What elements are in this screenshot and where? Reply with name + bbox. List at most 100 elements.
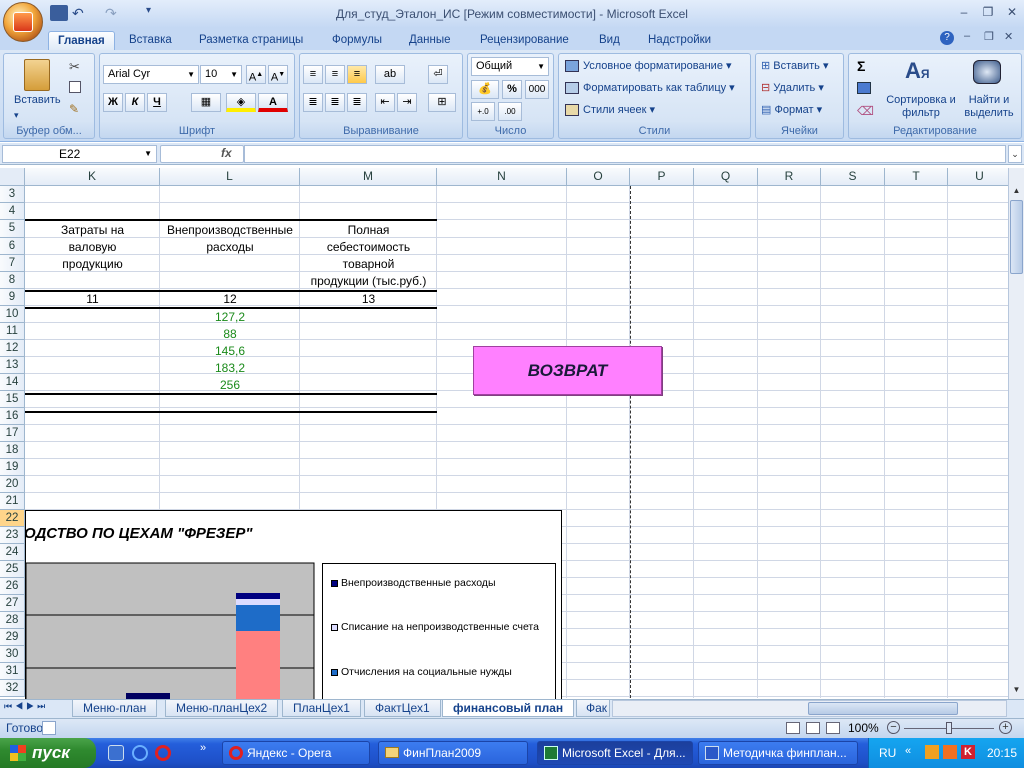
- autosum-button[interactable]: Σ: [857, 58, 865, 74]
- row-header-32[interactable]: 32: [0, 680, 25, 697]
- increase-indent-button[interactable]: ⇥: [397, 93, 417, 112]
- vertical-scrollbar[interactable]: ▲ ▼: [1008, 168, 1024, 699]
- thousands-button[interactable]: 000: [525, 80, 549, 99]
- sheet-tab-menu-plan[interactable]: Меню-план: [72, 700, 158, 717]
- row-header-25[interactable]: 25: [0, 561, 25, 578]
- clear-button[interactable]: ⌫: [857, 104, 874, 118]
- tab-review[interactable]: Рецензирование: [480, 31, 569, 50]
- column-header-T[interactable]: T: [885, 168, 948, 186]
- row-header-26[interactable]: 26: [0, 578, 25, 595]
- column-header-L[interactable]: L: [160, 168, 300, 186]
- percent-button[interactable]: %: [502, 80, 522, 99]
- column-header-N[interactable]: N: [437, 168, 567, 186]
- row-header-3[interactable]: 3: [0, 186, 25, 203]
- taskbar-item-excel[interactable]: Microsoft Excel - Для...: [537, 741, 693, 765]
- zoom-in-button[interactable]: +: [999, 721, 1012, 734]
- sheet-tab-fak[interactable]: Фак: [576, 700, 610, 717]
- bold-button[interactable]: Ж: [103, 93, 123, 112]
- value-l14[interactable]: 256: [160, 377, 300, 394]
- row-header-21[interactable]: 21: [0, 493, 25, 510]
- currency-button[interactable]: 💰: [471, 80, 499, 99]
- italic-button[interactable]: К: [125, 93, 145, 112]
- value-l13[interactable]: 183,2: [160, 360, 300, 377]
- row-header-30[interactable]: 30: [0, 646, 25, 663]
- fill-button[interactable]: [857, 82, 871, 94]
- row-header-27[interactable]: 27: [0, 595, 25, 612]
- align-left-button[interactable]: ≣: [303, 93, 323, 112]
- chart[interactable]: ОДСТВО ПО ЦЕХАМ "ФРЕЗЕР" Внепроизводстве…: [25, 510, 562, 700]
- workbook-close-button[interactable]: ✕: [1004, 30, 1013, 43]
- ie-icon[interactable]: [132, 745, 148, 761]
- tab-formulas[interactable]: Формулы: [332, 31, 382, 50]
- find-select-button[interactable]: Найти и выделить: [961, 94, 1017, 120]
- ribbon-restore-button[interactable]: ❐: [984, 30, 994, 43]
- align-top-button[interactable]: ≡: [303, 65, 323, 84]
- format-painter-icon[interactable]: ✎: [69, 102, 79, 116]
- font-size-combo[interactable]: 10 ▼: [200, 65, 242, 84]
- office-button[interactable]: [3, 2, 43, 42]
- column-header-P[interactable]: P: [630, 168, 694, 186]
- tab-page-layout[interactable]: Разметка страницы: [199, 31, 303, 50]
- column-header-R[interactable]: R: [758, 168, 821, 186]
- row-header-6[interactable]: 6: [0, 238, 25, 255]
- row-header-9[interactable]: 9: [0, 289, 25, 306]
- sheet-tab-menu-plan-ceh2[interactable]: Меню-планЦех2: [165, 700, 279, 717]
- row-header-20[interactable]: 20: [0, 476, 25, 493]
- taskbar-item-opera[interactable]: Яндекс - Opera: [222, 741, 370, 765]
- sheet-tab-plan-ceh1[interactable]: ПланЦех1: [282, 700, 361, 717]
- sheet-nav-buttons[interactable]: ⏮◀▶⏭: [4, 701, 48, 712]
- horizontal-scrollbar[interactable]: [612, 700, 1007, 717]
- orientation-button[interactable]: ab: [375, 65, 405, 84]
- underline-button[interactable]: Ч: [147, 93, 167, 112]
- row-header-5[interactable]: 5: [0, 220, 25, 238]
- number-format-combo[interactable]: Общий ▼: [471, 57, 549, 76]
- row-header-24[interactable]: 24: [0, 544, 25, 561]
- column-header-S[interactable]: S: [821, 168, 885, 186]
- row-header-28[interactable]: 28: [0, 612, 25, 629]
- scroll-up-button[interactable]: ▲: [1010, 186, 1023, 198]
- copy-icon[interactable]: [69, 81, 81, 93]
- macro-record-icon[interactable]: [42, 721, 56, 735]
- taskbar-item-finplan[interactable]: ФинПлан2009: [378, 741, 528, 765]
- grow-font-button[interactable]: A▲: [246, 65, 266, 84]
- normal-view-button[interactable]: [786, 722, 800, 734]
- row-header-15[interactable]: 15: [0, 391, 25, 408]
- tray-arrow-icon[interactable]: «: [905, 745, 911, 757]
- merge-button[interactable]: ⊞: [428, 93, 456, 112]
- help-icon[interactable]: ?: [940, 31, 954, 45]
- align-bottom-button[interactable]: ≡: [347, 65, 367, 84]
- start-button[interactable]: пуск: [0, 738, 96, 768]
- vertical-scroll-thumb[interactable]: [1010, 200, 1023, 274]
- column-header-O[interactable]: O: [567, 168, 630, 186]
- row-header-31[interactable]: 31: [0, 663, 25, 680]
- sheet-tab-fakt-ceh1[interactable]: ФактЦех1: [364, 700, 441, 717]
- row-header-18[interactable]: 18: [0, 442, 25, 459]
- formula-input[interactable]: [244, 145, 1006, 163]
- tab-view[interactable]: Вид: [599, 31, 620, 50]
- taskbar-item-word[interactable]: Методичка финплан...: [698, 741, 858, 765]
- paste-button[interactable]: Вставить: [14, 94, 61, 106]
- row-header-13[interactable]: 13: [0, 357, 25, 374]
- sheet-tab-finplan[interactable]: финансовый план: [442, 700, 575, 717]
- horizontal-scroll-thumb[interactable]: [808, 702, 958, 715]
- align-right-button[interactable]: ≣: [347, 93, 367, 112]
- scroll-down-button[interactable]: ▼: [1010, 685, 1023, 697]
- maximize-button[interactable]: ❐: [976, 4, 1000, 21]
- value-l11[interactable]: 88: [160, 326, 300, 343]
- row-header-23[interactable]: 23: [0, 527, 25, 544]
- sort-filter-button[interactable]: Сортировка и фильтр: [885, 94, 957, 120]
- column-header-U[interactable]: U: [948, 168, 1012, 186]
- row-header-16[interactable]: 16: [0, 408, 25, 425]
- column-header-M[interactable]: M: [300, 168, 437, 186]
- tray-app2-icon[interactable]: [943, 745, 957, 759]
- fill-color-button[interactable]: ◈: [226, 93, 256, 112]
- row-header-12[interactable]: 12: [0, 340, 25, 357]
- zoom-slider-thumb[interactable]: [946, 722, 952, 734]
- row-header-10[interactable]: 10: [0, 306, 25, 323]
- show-desktop-icon[interactable]: [108, 745, 124, 761]
- cell-styles-button[interactable]: Стили ячеек ▾: [565, 103, 655, 117]
- kaspersky-icon[interactable]: K: [961, 745, 975, 759]
- column-header-Q[interactable]: Q: [694, 168, 758, 186]
- quicklaunch-more-icon[interactable]: »: [200, 742, 206, 754]
- font-name-combo[interactable]: Arial Cyr ▼: [103, 65, 199, 84]
